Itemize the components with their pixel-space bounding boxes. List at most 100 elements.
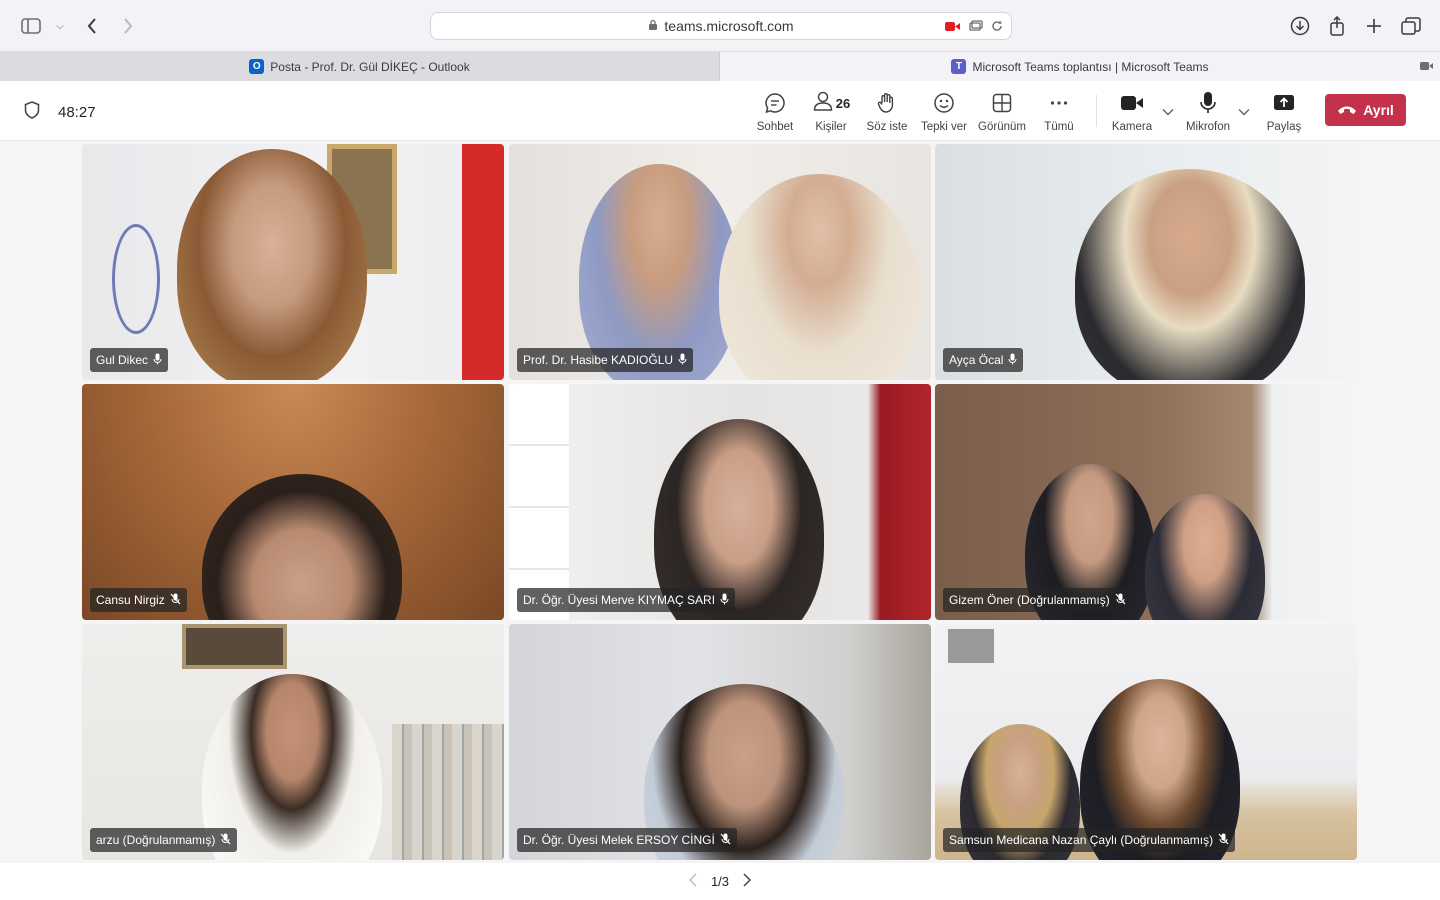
name-tag: arzu (Doğrulanmamış) — [90, 828, 238, 852]
emoji-icon — [933, 91, 955, 115]
previous-page-icon[interactable] — [688, 873, 697, 890]
shield-icon[interactable] — [24, 101, 40, 124]
name-tag: Samsun Medicana Nazan Çaylı (Doğrulanmam… — [943, 828, 1236, 852]
name-tag: Cansu Nirgiz — [90, 588, 187, 612]
raise-hand-icon — [876, 91, 898, 115]
page-indicator: 1/3 — [710, 874, 730, 889]
gallery-pager: 1/3 — [0, 863, 1440, 900]
chat-label: Sohbet — [756, 121, 794, 133]
camera-recording-icon[interactable] — [945, 19, 961, 35]
view-button[interactable]: Görünüm — [972, 91, 1032, 133]
mic-muted-icon — [720, 833, 731, 848]
outlook-icon: O — [249, 59, 265, 74]
logo-emblem — [112, 224, 160, 334]
camera-button[interactable]: Kamera — [1102, 91, 1162, 133]
react-label: Tepki ver — [920, 121, 968, 133]
share-label: Paylaş — [1266, 121, 1302, 133]
mic-options-chevron-icon[interactable] — [1238, 105, 1250, 119]
participant-tile[interactable]: Samsun Medicana Nazan Çaylı (Doğrulanmam… — [935, 624, 1357, 860]
bookshelf — [392, 724, 504, 860]
video-stage: Gul Dikec Prof. Dr. Hasibe KADIOĞLU Ayça… — [0, 141, 1440, 863]
name-tag: Gul Dikec — [90, 348, 169, 372]
mic-on-icon — [153, 353, 162, 368]
hang-up-icon — [1337, 102, 1357, 118]
raise-hand-label: Söz iste — [866, 121, 908, 133]
screen-share-icon[interactable] — [969, 19, 983, 35]
teams-icon: T — [951, 59, 967, 74]
toolbar-divider — [1096, 95, 1097, 127]
participant-tile[interactable]: Dr. Öğr. Üyesi Merve KIYMAÇ SARI — [509, 384, 931, 620]
grid-icon — [991, 91, 1013, 115]
bookshelf — [509, 384, 569, 620]
mic-muted-icon — [170, 593, 181, 608]
picture-frame — [182, 624, 287, 669]
name-tag: Dr. Öğr. Üyesi Merve KIYMAÇ SARI — [517, 588, 736, 612]
mic-on-icon — [1008, 353, 1017, 368]
mic-on-icon — [720, 593, 729, 608]
back-icon[interactable] — [80, 14, 104, 38]
people-count: 26 — [835, 95, 851, 111]
tab-overview-icon[interactable] — [1399, 14, 1423, 38]
share-button[interactable]: Paylaş — [1254, 91, 1314, 133]
people-button[interactable]: 26 Kişiler — [801, 91, 861, 133]
name-tag: Prof. Dr. Hasibe KADIOĞLU — [517, 348, 694, 372]
participant-tile[interactable]: Gizem Öner (Doğrulanmamış) — [935, 384, 1357, 620]
mic-label: Mikrofon — [1185, 121, 1231, 133]
reload-icon[interactable] — [991, 19, 1003, 35]
more-icon — [1048, 91, 1070, 115]
participant-tile[interactable]: arzu (Doğrulanmamış) — [82, 624, 504, 860]
mic-muted-icon — [1218, 833, 1229, 848]
flag — [462, 144, 504, 380]
name-tag: Dr. Öğr. Üyesi Melek ERSOY CİNGİ — [517, 828, 737, 852]
meeting-timer: 48:27 — [58, 104, 96, 121]
mic-button[interactable]: Mikrofon — [1178, 91, 1238, 133]
share-screen-icon — [1273, 91, 1295, 115]
more-label: Tümü — [1044, 121, 1074, 133]
participant-name: Samsun Medicana Nazan Çaylı (Doğrulanmam… — [949, 833, 1214, 847]
sidebar-icon[interactable] — [19, 14, 43, 38]
meeting-header: 48:27 Sohbet 26 Kişiler Söz iste Tepki v… — [0, 81, 1440, 141]
participant-name: Gul Dikec — [96, 353, 149, 367]
address-bar[interactable]: teams.microsoft.com — [430, 12, 1012, 40]
participant-name: Gizem Öner (Doğrulanmamış) — [949, 593, 1110, 607]
react-button[interactable]: Tepki ver — [914, 91, 974, 133]
participant-tile[interactable]: Ayça Öcal — [935, 144, 1357, 380]
mic-muted-icon — [220, 833, 231, 848]
participant-tile[interactable]: Cansu Nirgiz — [82, 384, 504, 620]
participant-name: Ayça Öcal — [949, 353, 1004, 367]
camera-options-chevron-icon[interactable] — [1162, 105, 1174, 119]
next-page-icon[interactable] — [743, 873, 752, 890]
participant-tile[interactable]: Prof. Dr. Hasibe KADIOĞLU — [509, 144, 931, 380]
people-icon — [812, 90, 834, 117]
participant-name: Prof. Dr. Hasibe KADIOĞLU — [523, 353, 674, 367]
url-text: teams.microsoft.com — [664, 18, 794, 34]
photo-frame — [945, 626, 997, 666]
participant-tile[interactable]: Dr. Öğr. Üyesi Melek ERSOY CİNGİ — [509, 624, 931, 860]
tab-title: Microsoft Teams toplantısı | Microsoft T… — [972, 59, 1209, 74]
raise-hand-button[interactable]: Söz iste — [857, 91, 917, 133]
more-button[interactable]: Tümü — [1029, 91, 1089, 133]
browser-toolbar: ⌵ teams.microsoft.com — [0, 0, 1440, 52]
video-icon — [1420, 60, 1434, 74]
download-icon[interactable] — [1288, 14, 1312, 38]
mic-muted-icon — [1115, 593, 1126, 608]
lock-icon — [648, 19, 658, 34]
forward-icon[interactable] — [116, 14, 140, 38]
mic-on-icon — [678, 353, 687, 368]
chat-button[interactable]: Sohbet — [745, 91, 805, 133]
tab-title: Posta - Prof. Dr. Gül DİKEÇ - Outlook — [270, 59, 470, 74]
tab-teams[interactable]: T Microsoft Teams toplantısı | Microsoft… — [720, 52, 1440, 81]
chevron-down-icon[interactable]: ⌵ — [48, 14, 72, 38]
camera-label: Kamera — [1111, 121, 1153, 133]
tab-outlook[interactable]: O Posta - Prof. Dr. Gül DİKEÇ - Outlook — [0, 52, 720, 81]
participant-name: Dr. Öğr. Üyesi Melek ERSOY CİNGİ — [523, 833, 715, 847]
name-tag: Ayça Öcal — [943, 348, 1024, 372]
leave-button[interactable]: Ayrıl — [1325, 94, 1406, 126]
name-tag: Gizem Öner (Doğrulanmamış) — [943, 588, 1132, 612]
share-icon[interactable] — [1325, 14, 1349, 38]
microphone-icon — [1199, 91, 1217, 115]
tab-bar: O Posta - Prof. Dr. Gül DİKEÇ - Outlook … — [0, 52, 1440, 81]
new-tab-icon[interactable] — [1362, 14, 1386, 38]
participant-tile[interactable]: Gul Dikec — [82, 144, 504, 380]
people-label: Kişiler — [815, 121, 847, 133]
